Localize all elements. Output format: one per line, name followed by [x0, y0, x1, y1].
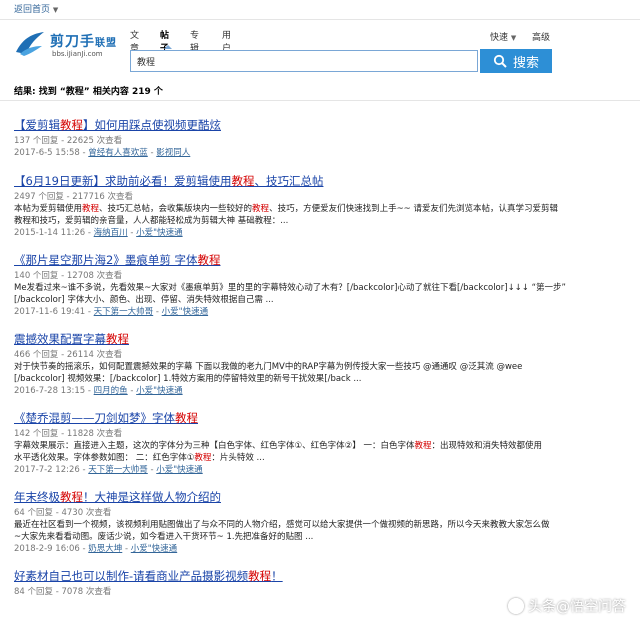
forum-link[interactable]: 小爱"快速通	[136, 228, 182, 238]
list-item: 【6月19日更新】求助前必看！爱剪辑使用教程、技巧汇总帖 2497 个回复 - …	[14, 174, 622, 239]
forum-link[interactable]: 小爱"快速通	[156, 465, 202, 475]
divider	[0, 100, 640, 101]
top-bar: 返回首页 ▼	[0, 0, 640, 20]
result-info: 2017-6-5 15:58 - 曾经有人喜欢蓝 - 影视同人	[14, 148, 191, 158]
result-info: 2018-2-9 16:06 - 奶思大坤 - 小爱"快速通	[14, 544, 178, 554]
list-item: 年末终极教程！大神是这样做人物介绍的 64 个回复 - 4730 次查看 最近在…	[14, 490, 622, 555]
result-info: 2017-11-6 19:41 - 天下第一大帅哥 - 小爱"快速通	[14, 307, 209, 317]
result-title-link[interactable]: 年末终极教程！大神是这样做人物介绍的	[14, 490, 622, 505]
result-stats: 64 个回复 - 4730 次查看	[14, 508, 112, 518]
result-stats: 142 个回复 - 11828 次查看	[14, 429, 123, 439]
watermark-text: 头条@悟空问答	[528, 599, 626, 615]
result-summary-text: 字幕效果展示：直接进入主题，这次的字体分为三种【白色字体、红色字体①、红色字体②…	[14, 441, 542, 451]
active-tab-indicator	[164, 45, 172, 49]
result-info: 2015-1-14 11:26 - 海纳百川 - 小爱"快速通	[14, 228, 183, 238]
list-item: 【爱剪辑教程】如何用踩点使视频更酷炫 137 个回复 - 22625 次查看 2…	[14, 118, 622, 159]
search-icon	[493, 54, 507, 68]
forum-link[interactable]: 影视同人	[156, 148, 190, 158]
watermark-logo-icon	[508, 598, 524, 614]
forum-link[interactable]: 小爱"快速通	[131, 544, 177, 554]
result-title-link[interactable]: 【6月19日更新】求助前必看！爱剪辑使用教程、技巧汇总帖	[14, 174, 622, 189]
result-summary-text: Me发看过来~谁不多说，先看效果~大家对《墨痕单剪》里的里的字幕特效心动了木有？…	[14, 283, 566, 293]
result-title-link[interactable]: 《那片星空那片海2》墨痕单剪 字体教程	[14, 253, 622, 268]
logo-name: 剪刀手联盟	[50, 34, 117, 50]
result-stats: 2497 个回复 - 217716 次查看	[14, 192, 133, 202]
result-stats: 140 个回复 - 12708 次查看	[14, 271, 123, 281]
logo-domain: bbs.iJianJi.com	[52, 50, 103, 58]
quick-search-label: 快速	[490, 33, 509, 43]
result-title-link[interactable]: 【爱剪辑教程】如何用踩点使视频更酷炫	[14, 118, 622, 133]
result-title-link[interactable]: 震撼效果配置字幕教程	[14, 332, 622, 347]
advanced-search-link[interactable]: 高级	[532, 30, 550, 43]
result-info: 2017-7-2 12:26 - 天下第一大帅哥 - 小爱"快速通	[14, 465, 203, 475]
result-title-link[interactable]: 《楚乔混剪——刀剑如梦》字体教程	[14, 411, 622, 426]
result-summary-text: 本帖为爱剪辑使用教程、技巧汇总帖，会收集版块内一些较好的教程、技巧，方便爱友们快…	[14, 204, 559, 214]
author-link[interactable]: 四月的鱼	[94, 386, 128, 396]
result-info: 2016-7-28 13:15 - 四月的鱼 - 小爱"快速通	[14, 386, 183, 396]
result-summary-text: ~大家先来看看动图。废话少说，如今看进入干货环节~ 1.先把准备好的贴图 ...	[14, 532, 314, 542]
author-link[interactable]: 天下第一大帅哥	[88, 465, 148, 475]
search-input[interactable]	[130, 50, 478, 72]
result-summary-text: 教程和技巧，爱剪辑的亲音量，人人都能轻松成为剪辑大神 基础教程：...	[14, 216, 289, 226]
result-summary-text: [/backcolor] 视频效果：[/backcolor] 1.特效方案用的停…	[14, 374, 362, 384]
search-button-label: 搜索	[512, 55, 539, 71]
list-item: 《楚乔混剪——刀剑如梦》字体教程 142 个回复 - 11828 次查看 字幕效…	[14, 411, 622, 476]
result-summary: 结果: 找到 “教程” 相关内容 219 个	[14, 87, 163, 97]
watermark: 头条@悟空问答	[508, 596, 626, 616]
author-link[interactable]: 奶思大坤	[88, 544, 122, 554]
chevron-down-icon: ▼	[510, 34, 517, 42]
quick-search-toggle[interactable]: 快速 ▼	[490, 30, 516, 43]
forum-link[interactable]: 小爱"快速通	[136, 386, 182, 396]
author-link[interactable]: 曾经有人喜欢蓝	[88, 148, 148, 158]
result-summary-text: [/backcolor] 字体大小、颜色、出现、停留、消失特效根据自己需 ...	[14, 295, 274, 305]
author-link[interactable]: 天下第一大帅哥	[94, 307, 154, 317]
result-stats: 137 个回复 - 22625 次查看	[14, 136, 123, 146]
list-item: 震撼效果配置字幕教程 466 个回复 - 26114 次查看 对于快节奏的摇滚乐…	[14, 332, 622, 397]
author-link[interactable]: 海纳百川	[94, 228, 128, 238]
back-home-link[interactable]: 返回首页	[14, 5, 50, 15]
list-item: 好素材自己也可以制作-请看商业产品摄影视频教程！ 84 个回复 - 7078 次…	[14, 569, 622, 598]
forum-link[interactable]: 小爱"快速通	[162, 307, 208, 317]
result-summary-text: 对于快节奏的摇滚乐，如何配置震撼效果的字幕 下面以我做的老九门MV中的RAP字幕…	[14, 362, 523, 372]
result-summary-text: 最近在社区看到一个视频，该视频利用贴图做出了与众不同的人物介绍，感觉可以给大家提…	[14, 520, 550, 530]
site-logo[interactable]: 剪刀手联盟 bbs.iJianJi.com	[14, 28, 126, 62]
results-list: 【爱剪辑教程】如何用踩点使视频更酷炫 137 个回复 - 22625 次查看 2…	[14, 118, 622, 610]
result-summary-text: 水平透化效果。字体参数如图： 二：红色字体①教程：片头特效 ...	[14, 453, 265, 463]
chevron-down-icon[interactable]: ▼	[53, 6, 58, 14]
result-title-link[interactable]: 好素材自己也可以制作-请看商业产品摄影视频教程！	[14, 569, 622, 584]
result-stats: 466 个回复 - 26114 次查看	[14, 350, 123, 360]
search-button[interactable]: 搜索	[480, 49, 552, 73]
list-item: 《那片星空那片海2》墨痕单剪 字体教程 140 个回复 - 12708 次查看 …	[14, 253, 622, 318]
scissors-logo-icon	[16, 32, 44, 56]
